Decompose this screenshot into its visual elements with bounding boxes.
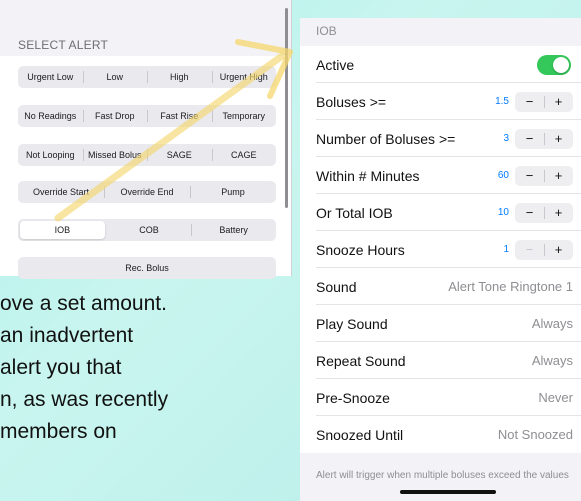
row-snooze-hours: Snooze Hours 1 − +	[300, 231, 581, 268]
seg-urgent-low[interactable]: Urgent Low	[18, 66, 83, 88]
segment-row-6: Rec. Bolus	[18, 257, 276, 279]
select-alert-panel: SELECT ALERT Urgent Low Low High Urgent …	[0, 0, 292, 279]
row-play-sound[interactable]: Play Sound Always	[300, 305, 581, 342]
row-pre-snooze[interactable]: Pre-Snooze Never	[300, 379, 581, 416]
seg-rec-bolus[interactable]: Rec. Bolus	[18, 257, 276, 279]
active-toggle[interactable]	[537, 54, 571, 75]
article-line: an inadvertent	[0, 324, 134, 347]
total-iob-label: Or Total IOB	[316, 204, 393, 221]
seg-not-looping[interactable]: Not Looping	[18, 144, 83, 166]
segment-row-4: Override Start Override End Pump	[18, 181, 276, 203]
seg-missed-bolus[interactable]: Missed Bolus	[82, 144, 148, 166]
background-article-text: ove a set amount. an inadvertent alert y…	[0, 288, 300, 448]
seg-urgent-high[interactable]: Urgent High	[211, 66, 277, 88]
seg-override-start[interactable]: Override Start	[18, 181, 104, 203]
seg-iob[interactable]: IOB	[20, 221, 105, 239]
number-boluses-minus-button[interactable]: −	[515, 129, 544, 149]
row-snoozed-until[interactable]: Snoozed Until Not Snoozed	[300, 416, 581, 453]
total-iob-value: 10	[497, 207, 509, 218]
play-sound-value: Always	[531, 316, 573, 331]
seg-temporary[interactable]: Temporary	[211, 105, 277, 127]
row-total-iob: Or Total IOB 10 − +	[300, 194, 581, 231]
pre-snooze-label: Pre-Snooze	[316, 389, 390, 406]
snoozed-until-label: Snoozed Until	[316, 426, 404, 443]
total-iob-plus-button[interactable]: +	[544, 203, 573, 223]
seg-fast-rise[interactable]: Fast Rise	[147, 105, 212, 127]
row-number-boluses: Number of Boluses >= 3 − +	[300, 120, 581, 157]
within-minutes-label: Within # Minutes	[316, 167, 420, 184]
home-indicator	[400, 490, 496, 494]
within-minutes-minus-button[interactable]: −	[515, 166, 544, 186]
snooze-hours-plus-button[interactable]: +	[544, 240, 573, 260]
iob-settings-panel: IOB Active Boluses >= 1.5 − + Number of …	[300, 18, 581, 501]
snooze-hours-value: 1	[503, 244, 509, 255]
repeat-sound-value: Always	[531, 353, 573, 368]
sound-value: Alert Tone Ringtone 1	[448, 279, 573, 294]
within-minutes-stepper: − +	[515, 165, 573, 186]
seg-high[interactable]: High	[147, 66, 212, 88]
boluses-value: 1.5	[495, 96, 509, 107]
row-sound[interactable]: Sound Alert Tone Ringtone 1	[300, 268, 581, 305]
active-label: Active	[316, 56, 355, 73]
article-line: members on	[0, 420, 117, 443]
segment-row-5: IOB COB Battery	[18, 219, 276, 241]
seg-override-end[interactable]: Override End	[104, 181, 190, 203]
snooze-hours-stepper: − +	[515, 239, 573, 260]
snooze-hours-label: Snooze Hours	[316, 241, 405, 258]
boluses-label: Boluses >=	[316, 93, 387, 110]
number-boluses-plus-button[interactable]: +	[544, 129, 573, 149]
row-within-minutes: Within # Minutes 60 − +	[300, 157, 581, 194]
left-scrollbar[interactable]	[285, 8, 288, 208]
boluses-stepper: − +	[515, 91, 573, 112]
seg-sage[interactable]: SAGE	[147, 144, 212, 166]
iob-footer-note: Alert will trigger when multiple boluses…	[316, 470, 569, 481]
article-line: alert you that	[0, 356, 122, 379]
select-alert-header: SELECT ALERT	[18, 38, 108, 52]
within-minutes-plus-button[interactable]: +	[544, 166, 573, 186]
segment-row-3: Not Looping Missed Bolus SAGE CAGE	[18, 144, 276, 166]
seg-cob[interactable]: COB	[107, 219, 192, 241]
row-repeat-sound[interactable]: Repeat Sound Always	[300, 342, 581, 379]
number-boluses-stepper: − +	[515, 128, 573, 149]
boluses-minus-button[interactable]: −	[515, 92, 544, 112]
article-line: n, as was recently	[0, 388, 169, 411]
sound-label: Sound	[316, 278, 357, 295]
number-boluses-label: Number of Boluses >=	[316, 130, 456, 147]
iob-settings-list: Active Boluses >= 1.5 − + Number of Bolu…	[300, 46, 581, 453]
article-line: ove a set amount.	[0, 292, 167, 315]
seg-no-readings[interactable]: No Readings	[18, 105, 83, 127]
seg-battery[interactable]: Battery	[191, 219, 276, 241]
seg-fast-drop[interactable]: Fast Drop	[82, 105, 148, 127]
row-boluses: Boluses >= 1.5 − +	[300, 83, 581, 120]
boluses-plus-button[interactable]: +	[544, 92, 573, 112]
seg-low[interactable]: Low	[82, 66, 148, 88]
segment-row-1: Urgent Low Low High Urgent High	[18, 66, 276, 88]
repeat-sound-label: Repeat Sound	[316, 352, 406, 369]
segment-row-2: No Readings Fast Drop Fast Rise Temporar…	[18, 105, 276, 127]
seg-cage[interactable]: CAGE	[211, 144, 277, 166]
row-active: Active	[300, 46, 581, 83]
play-sound-label: Play Sound	[316, 315, 388, 332]
snoozed-until-value: Not Snoozed	[497, 427, 573, 442]
pre-snooze-value: Never	[538, 390, 573, 405]
total-iob-stepper: − +	[515, 202, 573, 223]
seg-pump[interactable]: Pump	[190, 181, 276, 203]
iob-section-header: IOB	[316, 24, 337, 38]
total-iob-minus-button[interactable]: −	[515, 203, 544, 223]
number-boluses-value: 3	[503, 133, 509, 144]
snooze-hours-minus-button[interactable]: −	[515, 240, 544, 260]
within-minutes-value: 60	[497, 170, 509, 181]
